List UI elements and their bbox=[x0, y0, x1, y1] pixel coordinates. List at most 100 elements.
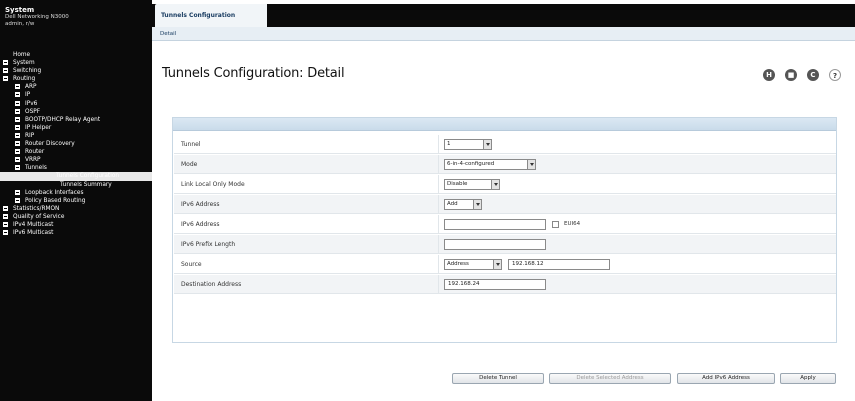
refresh-icon[interactable]: C bbox=[807, 69, 819, 81]
sidebar-item-label: Loopback Interfaces bbox=[25, 189, 84, 196]
sidebar-item-label: Home bbox=[13, 52, 31, 58]
sidebar-item-label: RIP bbox=[25, 132, 35, 139]
expand-icon[interactable] bbox=[3, 230, 8, 236]
expand-icon[interactable] bbox=[3, 213, 8, 219]
expand-icon[interactable] bbox=[15, 108, 20, 114]
expand-icon[interactable] bbox=[15, 92, 20, 98]
sidebar-item-label: ARP bbox=[25, 84, 37, 91]
expand-icon[interactable] bbox=[15, 149, 20, 155]
delete-tunnel-button[interactable]: Delete Tunnel bbox=[452, 373, 544, 384]
expand-icon[interactable] bbox=[15, 197, 20, 203]
link-local-select[interactable]: Disable bbox=[444, 179, 500, 190]
sidebar-item-tunnels-summary[interactable]: Tunnels Summary bbox=[0, 181, 152, 189]
ipv6-address-type-select[interactable]: Add bbox=[444, 199, 482, 210]
expand-icon[interactable] bbox=[3, 76, 8, 82]
sidebar-item-label: Tunnels Configuration bbox=[56, 173, 120, 180]
sidebar-item-ipv6-multicast[interactable]: IPv6 Multicast bbox=[0, 229, 152, 237]
sidebar-item-label: IPv6 Multicast bbox=[13, 230, 54, 237]
system-model: Dell Networking N3000 bbox=[5, 14, 69, 20]
destination-label: Destination Address bbox=[181, 281, 242, 288]
system-user: admin, r/w bbox=[5, 21, 35, 27]
sidebar-item-ospf[interactable]: OSPF bbox=[0, 108, 152, 116]
chevron-down-icon bbox=[483, 140, 491, 149]
sidebar-item-ipv4-multicast[interactable]: IPv4 Multicast bbox=[0, 221, 152, 229]
help-icon[interactable]: ? bbox=[829, 69, 841, 81]
expand-icon[interactable] bbox=[15, 189, 20, 195]
expand-icon[interactable] bbox=[15, 124, 20, 130]
ipv6-prefix-input[interactable] bbox=[444, 239, 546, 250]
expand-icon[interactable] bbox=[3, 68, 8, 74]
apply-button[interactable]: Apply bbox=[780, 373, 836, 384]
destination-address-input[interactable]: 192.168.24 bbox=[444, 279, 546, 290]
row-mode: Mode 6-in-4-configured bbox=[174, 155, 836, 174]
row-source: Source Address 192.168.12 bbox=[174, 255, 836, 274]
eui64-label: EUI64 bbox=[564, 221, 581, 227]
sidebar-item-bootp-dhcp-relay-agent[interactable]: BOOTP/DHCP Relay Agent bbox=[0, 116, 152, 124]
sidebar-item-quality-of-service[interactable]: Quality of Service bbox=[0, 213, 152, 221]
subtab-detail[interactable]: Detail bbox=[160, 31, 176, 37]
tab-tunnels-configuration[interactable]: Tunnels Configuration bbox=[155, 4, 267, 27]
sidebar-item-routing[interactable]: Routing bbox=[0, 75, 152, 83]
expand-icon[interactable] bbox=[3, 221, 8, 227]
mode-label: Mode bbox=[181, 161, 198, 168]
expand-icon[interactable] bbox=[15, 100, 20, 106]
row-ipv6-address-type: IPv6 Address Add bbox=[174, 195, 836, 214]
sidebar-item-label: Tunnels bbox=[25, 165, 47, 172]
sidebar-item-label: Router bbox=[25, 149, 45, 156]
sidebar-item-loopback-interfaces[interactable]: Loopback Interfaces bbox=[0, 189, 152, 197]
sidebar-item-switching[interactable]: Switching bbox=[0, 67, 152, 75]
system-header: System Dell Networking N3000 admin, r/w bbox=[0, 0, 152, 44]
sidebar-item-arp[interactable]: ARP bbox=[0, 83, 152, 91]
chevron-down-icon bbox=[473, 200, 481, 209]
link-local-select-value: Disable bbox=[447, 181, 468, 187]
sidebar-item-statistics-rmon[interactable]: Statistics/RMON bbox=[0, 205, 152, 213]
sidebar-item-label: IP bbox=[25, 92, 31, 99]
sidebar-item-label: VRRP bbox=[25, 157, 41, 164]
save-icon[interactable]: H bbox=[763, 69, 775, 81]
source-address-input[interactable]: 192.168.12 bbox=[508, 259, 610, 270]
sidebar-item-label: OSPF bbox=[25, 108, 41, 115]
expand-icon[interactable] bbox=[3, 60, 8, 66]
sidebar-item-tunnels-configuration[interactable]: Tunnels Configuration bbox=[0, 172, 152, 181]
sidebar-item-router[interactable]: Router bbox=[0, 148, 152, 156]
sidebar-item-label: IPv4 Multicast bbox=[13, 221, 54, 228]
sidebar-item-home[interactable]: Home bbox=[0, 51, 152, 59]
chevron-down-icon bbox=[493, 260, 501, 269]
mode-select-value: 6-in-4-configured bbox=[447, 161, 495, 167]
source-type-value: Address bbox=[447, 261, 469, 267]
sidebar-item-system[interactable]: System bbox=[0, 59, 152, 67]
sidebar-item-label: Tunnels Summary bbox=[60, 181, 112, 188]
source-type-select[interactable]: Address bbox=[444, 259, 502, 270]
sidebar-item-ip[interactable]: IP bbox=[0, 91, 152, 99]
expand-icon[interactable] bbox=[15, 165, 20, 171]
print-icon[interactable]: ■ bbox=[785, 69, 797, 81]
delete-selected-address-button[interactable]: Delete Selected Address bbox=[549, 373, 671, 384]
sidebar-item-label: IPv6 bbox=[25, 100, 38, 107]
expand-icon[interactable] bbox=[15, 141, 20, 147]
sidebar-item-label: Quality of Service bbox=[13, 213, 65, 220]
sidebar-item-tunnels[interactable]: Tunnels bbox=[0, 164, 152, 172]
tunnel-select-value: 1 bbox=[447, 141, 451, 147]
expand-icon[interactable] bbox=[15, 116, 20, 122]
eui64-checkbox[interactable] bbox=[552, 221, 559, 228]
mode-select[interactable]: 6-in-4-configured bbox=[444, 159, 536, 170]
link-local-label: Link Local Only Mode bbox=[181, 181, 245, 188]
expand-icon[interactable] bbox=[3, 205, 8, 211]
tunnel-select[interactable]: 1 bbox=[444, 139, 492, 150]
expand-icon[interactable] bbox=[15, 132, 20, 138]
sidebar-item-router-discovery[interactable]: Router Discovery bbox=[0, 140, 152, 148]
sidebar-item-label: Router Discovery bbox=[25, 141, 75, 148]
ipv6-address-input[interactable] bbox=[444, 219, 546, 230]
chevron-down-icon bbox=[527, 160, 535, 169]
row-tunnel: Tunnel 1 bbox=[174, 135, 836, 154]
sidebar-item-rip[interactable]: RIP bbox=[0, 132, 152, 140]
add-ipv6-address-button[interactable]: Add IPv6 Address bbox=[677, 373, 775, 384]
top-tab-bar: Tunnels Configuration Detail bbox=[152, 0, 855, 46]
sidebar-item-policy-based-routing[interactable]: Policy Based Routing bbox=[0, 197, 152, 205]
expand-icon[interactable] bbox=[15, 84, 20, 90]
ipv6-address-type-label: IPv6 Address bbox=[181, 201, 220, 208]
sidebar-item-ipv6[interactable]: IPv6 bbox=[0, 100, 152, 108]
sidebar-item-ip-helper[interactable]: IP Helper bbox=[0, 124, 152, 132]
expand-icon[interactable] bbox=[15, 157, 20, 163]
sidebar-item-vrrp[interactable]: VRRP bbox=[0, 156, 152, 164]
